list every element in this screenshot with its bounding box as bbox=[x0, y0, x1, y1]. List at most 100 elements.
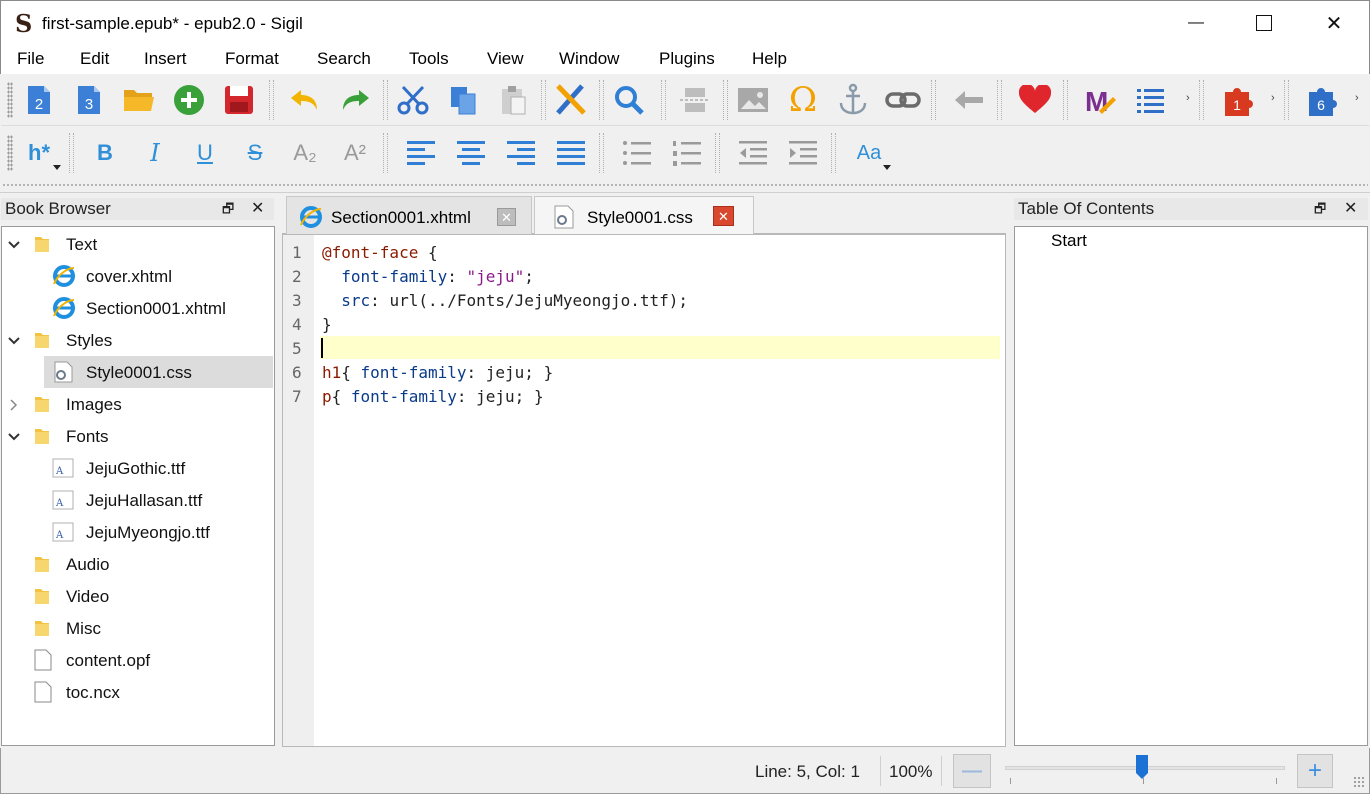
undock-icon[interactable]: 🗗 bbox=[1314, 198, 1326, 220]
menu-plugins[interactable]: Plugins bbox=[659, 49, 715, 69]
code-area[interactable]: @font-face { font-family: "jeju"; src: u… bbox=[283, 235, 1005, 746]
folder-icon bbox=[34, 395, 50, 413]
insert-image-icon[interactable] bbox=[733, 80, 773, 120]
increase-indent-icon[interactable] bbox=[783, 133, 823, 173]
tree-folder[interactable]: Fonts bbox=[2, 420, 272, 452]
zoom-slider-thumb[interactable] bbox=[1135, 754, 1149, 780]
chevron-right-icon[interactable] bbox=[7, 397, 21, 411]
maximize-button[interactable] bbox=[1229, 1, 1299, 45]
open-folder-icon[interactable] bbox=[119, 80, 159, 120]
italic-button[interactable]: I bbox=[135, 133, 175, 173]
tree-item-label: JejuHallasan.ttf bbox=[86, 491, 203, 510]
file-icon bbox=[34, 649, 52, 671]
back-icon[interactable] bbox=[949, 80, 989, 120]
tab-style0001[interactable]: Style0001.css ✕ bbox=[534, 196, 754, 235]
tab-label: Section0001.xhtml bbox=[331, 208, 471, 227]
tree-file[interactable]: A JejuGothic.ttf bbox=[2, 452, 272, 484]
align-justify-icon[interactable] bbox=[551, 133, 591, 173]
tree-file[interactable]: cover.xhtml bbox=[2, 260, 272, 292]
find-icon[interactable] bbox=[609, 80, 649, 120]
code-view-button[interactable]: 3 bbox=[69, 80, 109, 120]
tree-folder[interactable]: Text bbox=[2, 228, 272, 260]
toolbar-separator bbox=[1063, 80, 1068, 120]
add-file-icon[interactable] bbox=[169, 80, 209, 120]
close-panel-icon[interactable]: ✕ bbox=[1344, 198, 1357, 220]
menu-edit[interactable]: Edit bbox=[80, 49, 109, 69]
align-right-icon[interactable] bbox=[501, 133, 541, 173]
bold-button[interactable]: B bbox=[85, 133, 125, 173]
tab-section0001[interactable]: Section0001.xhtml ✕ bbox=[286, 196, 532, 234]
tree-item-label: Text bbox=[66, 235, 98, 254]
bullet-list-icon[interactable] bbox=[617, 133, 657, 173]
tree-file[interactable]: Section0001.xhtml bbox=[2, 292, 272, 324]
toc-title: Table Of Contents bbox=[1018, 199, 1155, 218]
chevron-down-icon[interactable] bbox=[7, 429, 21, 443]
tree-file[interactable]: Style0001.css bbox=[44, 356, 273, 388]
toolbar-overflow-icon[interactable]: › bbox=[1186, 92, 1190, 104]
minimize-button[interactable]: — bbox=[1161, 1, 1231, 45]
menu-file[interactable]: File bbox=[17, 49, 44, 69]
anchor-icon[interactable] bbox=[833, 80, 873, 120]
menu-help[interactable]: Help bbox=[752, 49, 787, 69]
subscript-button[interactable]: A₂ bbox=[285, 133, 325, 173]
book-view-button[interactable]: 2 bbox=[19, 80, 59, 120]
menu-view[interactable]: View bbox=[487, 49, 524, 69]
tree-file[interactable]: A JejuMyeongjo.ttf bbox=[2, 516, 272, 548]
underline-button[interactable]: U bbox=[185, 133, 225, 173]
link-icon[interactable] bbox=[883, 80, 923, 120]
strikethrough-button[interactable]: S bbox=[235, 133, 275, 173]
close-panel-icon[interactable]: ✕ bbox=[251, 198, 264, 220]
insert-pagebreak-icon[interactable] bbox=[675, 80, 715, 120]
cut-icon[interactable] bbox=[393, 80, 433, 120]
tab-close-icon[interactable]: ✕ bbox=[713, 206, 734, 226]
tree-file[interactable]: content.opf bbox=[2, 644, 272, 676]
plugin-6-icon[interactable]: 6 bbox=[1303, 80, 1343, 120]
toolbar-overflow-icon[interactable]: › bbox=[1355, 92, 1359, 104]
paste-icon[interactable] bbox=[493, 80, 533, 120]
donate-heart-icon[interactable] bbox=[1015, 80, 1055, 120]
chevron-down-icon[interactable] bbox=[883, 165, 891, 170]
tree-folder[interactable]: Misc bbox=[2, 612, 272, 644]
zoom-in-button[interactable]: + bbox=[1297, 754, 1333, 788]
undo-icon[interactable] bbox=[285, 80, 325, 120]
menu-insert[interactable]: Insert bbox=[144, 49, 187, 69]
tree-file[interactable]: toc.ncx bbox=[2, 676, 272, 708]
toc-panel: Start bbox=[1014, 226, 1368, 746]
align-left-icon[interactable] bbox=[401, 133, 441, 173]
menu-tools[interactable]: Tools bbox=[409, 49, 449, 69]
plugin-1-icon[interactable]: 1 bbox=[1219, 80, 1259, 120]
chevron-down-icon[interactable] bbox=[7, 333, 21, 347]
toc-item[interactable]: Start bbox=[1051, 231, 1087, 251]
copy-icon[interactable] bbox=[443, 80, 483, 120]
status-divider bbox=[880, 756, 881, 786]
chevron-down-icon[interactable] bbox=[7, 237, 21, 251]
decrease-indent-icon[interactable] bbox=[733, 133, 773, 173]
undock-icon[interactable]: 🗗 bbox=[222, 198, 234, 220]
menu-format[interactable]: Format bbox=[225, 49, 279, 69]
align-center-icon[interactable] bbox=[451, 133, 491, 173]
numbered-list-icon[interactable] bbox=[667, 133, 707, 173]
code-line: src: url(../Fonts/JejuMyeongjo.ttf); bbox=[322, 291, 688, 310]
chevron-down-icon[interactable] bbox=[53, 165, 61, 170]
tree-folder[interactable]: Styles bbox=[2, 324, 272, 356]
tab-close-icon[interactable]: ✕ bbox=[497, 208, 516, 226]
resize-grip[interactable] bbox=[1353, 776, 1365, 788]
tree-item-label: Misc bbox=[66, 619, 101, 638]
redo-icon[interactable] bbox=[335, 80, 375, 120]
special-char-icon[interactable]: Ω bbox=[783, 80, 823, 120]
close-window-button[interactable]: ✕ bbox=[1299, 1, 1369, 45]
tree-folder[interactable]: Images bbox=[2, 388, 272, 420]
superscript-button[interactable]: A² bbox=[335, 133, 375, 173]
metadata-editor-icon[interactable]: M bbox=[1081, 80, 1121, 120]
tree-folder[interactable]: Audio bbox=[2, 548, 272, 580]
menu-search[interactable]: Search bbox=[317, 49, 371, 69]
validate-icon[interactable] bbox=[551, 80, 591, 120]
save-icon[interactable] bbox=[219, 80, 259, 120]
toc-editor-icon[interactable] bbox=[1131, 80, 1171, 120]
tree-folder[interactable]: Video bbox=[2, 580, 272, 612]
code-editor[interactable]: 1234567 @font-face { font-family: "jeju"… bbox=[282, 234, 1006, 747]
tree-file[interactable]: A JejuHallasan.ttf bbox=[2, 484, 272, 516]
menu-window[interactable]: Window bbox=[559, 49, 619, 69]
toolbar-overflow-icon[interactable]: › bbox=[1271, 92, 1275, 104]
zoom-out-button[interactable]: — bbox=[953, 754, 991, 788]
